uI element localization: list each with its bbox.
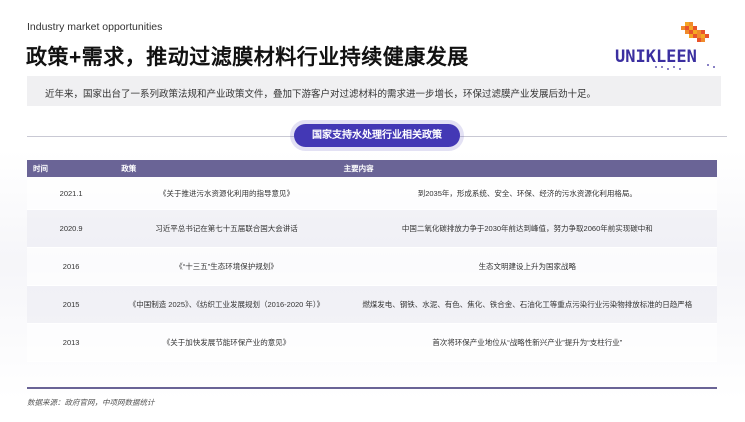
cell-time: 2015 <box>27 285 116 324</box>
cell-policy: 《关于推进污水资源化利用的指导意见》 <box>115 177 338 210</box>
cell-time: 2013 <box>27 323 116 362</box>
cell-policy: 《“十三五”生态环境保护规划》 <box>115 247 338 286</box>
table-row: 2020.9 习近平总书记在第七十五届联合国大会讲话 中国二氧化碳排放力争于20… <box>27 209 717 248</box>
table-header-row: 时间 政策 主要内容 <box>27 160 717 177</box>
source-note: 数据来源：政府官网，中项网数据统计 <box>27 398 155 407</box>
table-bottom-rule <box>27 387 717 389</box>
cell-content: 中国二氧化碳排放力争于2030年前达到峰值，努力争取2060年前实现碳中和 <box>337 209 717 248</box>
cell-time: 2021.1 <box>27 177 116 210</box>
cell-content: 生态文明建设上升为国家战略 <box>337 247 717 286</box>
page-title: 政策+需求，推动过滤膜材料行业持续健康发展 <box>26 46 469 69</box>
section-pill: 国家支持水处理行业相关政策 <box>294 124 460 147</box>
cell-time: 2016 <box>27 247 116 286</box>
logo-wordmark: UNIKLEEN <box>615 47 697 67</box>
header-time: 时间 <box>27 160 116 177</box>
eyebrow-text: Industry market opportunities <box>27 21 163 33</box>
cell-policy: 习近平总书记在第七十五届联合国大会讲话 <box>115 209 338 248</box>
logo-bird-icon <box>681 22 709 42</box>
cell-content: 到2035年，形成系统、安全、环保、经济的污水资源化利用格局。 <box>337 177 717 210</box>
table-row: 2021.1 《关于推进污水资源化利用的指导意见》 到2035年，形成系统、安全… <box>27 177 717 210</box>
cell-policy: 《关于加快发展节能环保产业的意见》 <box>115 323 338 362</box>
table-row: 2015 《中国制造 2025》、《纺织工业发展规划（2016-2020 年）》… <box>27 285 717 324</box>
table-row: 2016 《“十三五”生态环境保护规划》 生态文明建设上升为国家战略 <box>27 247 717 286</box>
unikleen-logo: UNIKLEEN <box>615 22 715 70</box>
cell-time: 2020.9 <box>27 209 116 248</box>
cell-content: 首次将环保产业地位从“战略性新兴产业”提升为“支柱行业” <box>337 323 717 362</box>
table-row: 2013 《关于加快发展节能环保产业的意见》 首次将环保产业地位从“战略性新兴产… <box>27 323 717 362</box>
policy-table: 时间 政策 主要内容 2021.1 《关于推进污水资源化利用的指导意见》 到20… <box>27 160 717 362</box>
intro-text: 近年来，国家出台了一系列政策法规和产业政策文件，叠加下游客户对过滤材料的需求进一… <box>45 89 597 100</box>
header-policy: 政策 <box>115 160 338 177</box>
cell-content: 燃煤发电、钢铁、水泥、有色、焦化、铁合金、石油化工等重点污染行业污染物排放标准的… <box>337 285 717 324</box>
header-content: 主要内容 <box>337 160 717 177</box>
cell-policy: 《中国制造 2025》、《纺织工业发展规划（2016-2020 年）》 <box>115 285 338 324</box>
